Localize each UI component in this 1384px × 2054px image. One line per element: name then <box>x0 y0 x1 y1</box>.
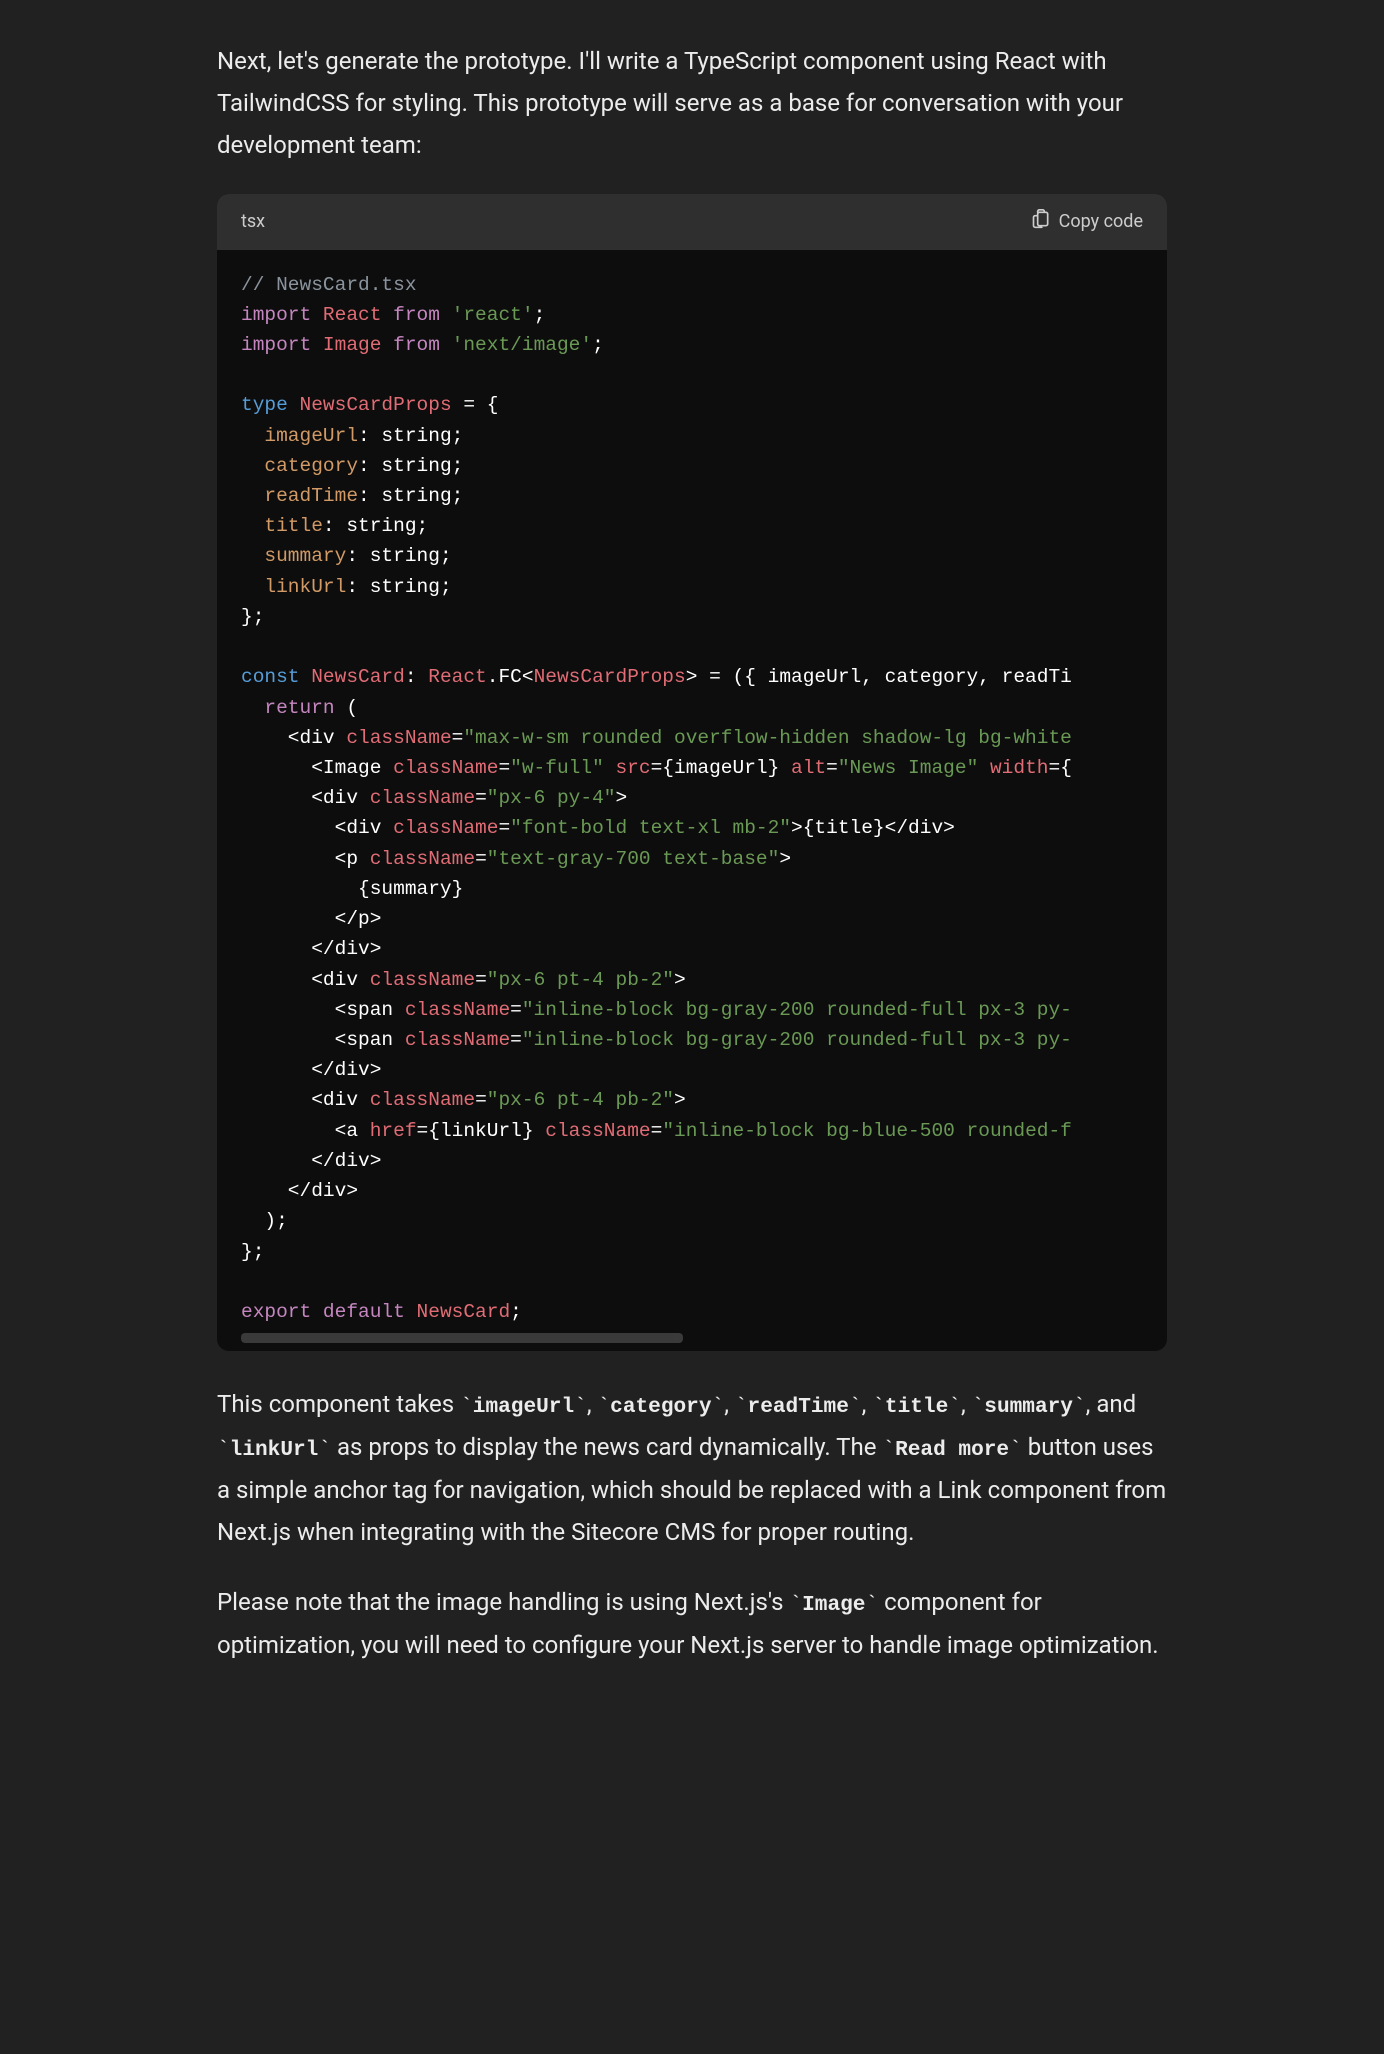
inline-code: linkUrl <box>217 1438 331 1462</box>
inline-code: imageUrl <box>460 1395 587 1419</box>
clipboard-icon <box>1031 209 1051 234</box>
inline-code: Image <box>789 1593 878 1617</box>
explain-paragraph-2: Please note that the image handling is u… <box>217 1581 1167 1666</box>
inline-code: title <box>872 1395 961 1419</box>
copy-code-label: Copy code <box>1059 211 1143 232</box>
code-header: tsx Copy code <box>217 194 1167 250</box>
code-content: // NewsCard.tsx import React from 'react… <box>241 270 1143 1328</box>
code-block: tsx Copy code // NewsCard.tsx import Rea… <box>217 194 1167 1351</box>
inline-code: readTime <box>735 1395 862 1419</box>
inline-code: Read more <box>882 1438 1021 1462</box>
inline-code: summary <box>972 1395 1086 1419</box>
horizontal-scrollbar[interactable] <box>241 1333 1143 1343</box>
code-language-label: tsx <box>241 206 265 238</box>
inline-code: category <box>598 1395 725 1419</box>
intro-paragraph: Next, let's generate the prototype. I'll… <box>217 40 1167 166</box>
copy-code-button[interactable]: Copy code <box>1031 209 1143 234</box>
code-body: // NewsCard.tsx import React from 'react… <box>217 250 1167 1352</box>
explain-paragraph-1: This component takes imageUrl, category,… <box>217 1383 1167 1553</box>
content-container: Next, let's generate the prototype. I'll… <box>197 40 1187 1666</box>
scrollbar-thumb[interactable] <box>241 1333 683 1343</box>
